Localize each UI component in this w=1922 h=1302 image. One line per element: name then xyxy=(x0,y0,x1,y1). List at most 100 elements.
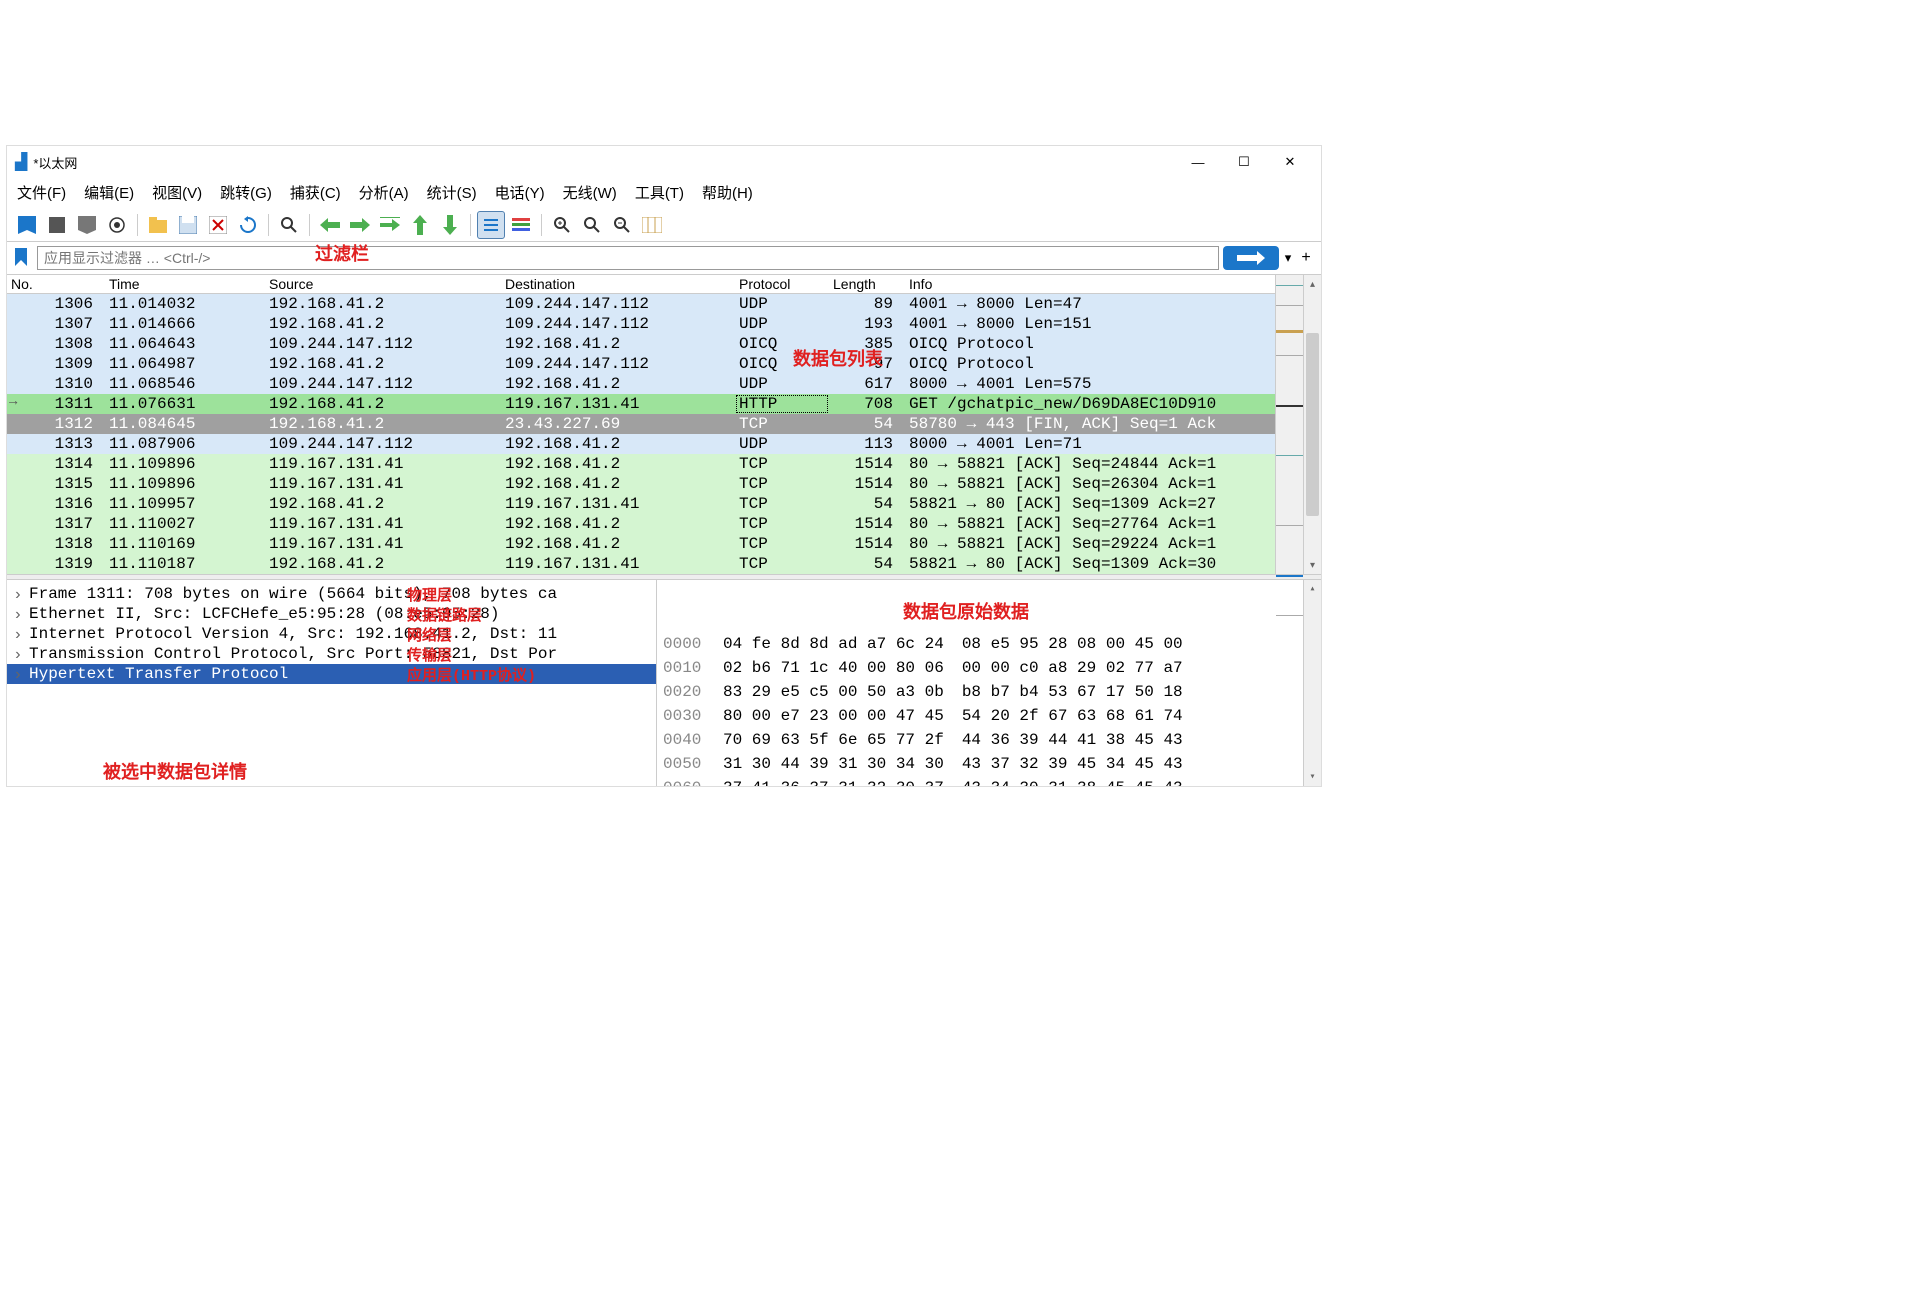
go-first-icon[interactable] xyxy=(406,211,434,239)
table-row[interactable]: →131111.076631192.168.41.2119.167.131.41… xyxy=(7,394,1275,414)
packet-list-scrollbar[interactable]: ▴ ▾ xyxy=(1303,275,1321,574)
col-header-source[interactable]: Source xyxy=(265,275,501,293)
packet-list-header: No. Time Source Destination Protocol Len… xyxy=(7,275,1275,294)
auto-scroll-icon[interactable] xyxy=(477,211,505,239)
caret-right-icon: › xyxy=(13,646,23,664)
menu-go[interactable]: 跳转(G) xyxy=(220,182,272,203)
detail-row[interactable]: › Ethernet II, Src: LCFCHefe_e5:95:28 (08… xyxy=(7,604,656,624)
table-row[interactable]: 130811.064643109.244.147.112192.168.41.2… xyxy=(7,334,1275,354)
table-row[interactable]: 131211.084645192.168.41.223.43.227.69TCP… xyxy=(7,414,1275,434)
start-capture-icon[interactable] xyxy=(13,211,41,239)
hex-row[interactable]: 003080 00 e7 23 00 00 47 45 54 20 2f 67 … xyxy=(663,704,1297,728)
packet-bytes[interactable]: 000004 fe 8d 8d ad a7 6c 24 08 e5 95 28 … xyxy=(657,580,1303,786)
table-row[interactable]: 130611.014032192.168.41.2109.244.147.112… xyxy=(7,294,1275,314)
detail-row[interactable]: › Transmission Control Protocol, Src Port… xyxy=(7,644,656,664)
wireshark-window: ▟ *以太网 — ☐ ✕ 文件(F) 编辑(E) 视图(V) 跳转(G) 捕获(… xyxy=(6,145,1322,787)
col-header-protocol[interactable]: Protocol xyxy=(735,275,829,293)
reload-icon[interactable] xyxy=(234,211,262,239)
caret-right-icon: › xyxy=(13,606,23,624)
minimap[interactable] xyxy=(1275,275,1303,574)
packet-details[interactable]: ›Frame 1311: 708 bytes on wire (5664 bit… xyxy=(7,580,657,786)
table-row[interactable]: 130911.064987192.168.41.2109.244.147.112… xyxy=(7,354,1275,374)
titlebar: ▟ *以太网 — ☐ ✕ xyxy=(7,146,1321,178)
annotation-details: 被选中数据包详情 xyxy=(103,758,247,784)
table-row[interactable]: 131611.109957192.168.41.2119.167.131.41T… xyxy=(7,494,1275,514)
detail-text: Transmission Control Protocol, Src Port:… xyxy=(29,645,557,663)
menu-help[interactable]: 帮助(H) xyxy=(702,182,753,203)
maximize-button[interactable]: ☐ xyxy=(1221,147,1267,177)
add-filter-button[interactable]: + xyxy=(1297,249,1315,267)
detail-row[interactable]: ›Frame 1311: 708 bytes on wire (5664 bit… xyxy=(7,584,656,604)
window-title: *以太网 xyxy=(33,153,1175,172)
hex-row[interactable]: 004070 69 63 5f 6e 65 77 2f 44 36 39 44 … xyxy=(663,728,1297,752)
menu-wireless[interactable]: 无线(W) xyxy=(563,182,617,203)
save-icon[interactable] xyxy=(174,211,202,239)
menu-analyze[interactable]: 分析(A) xyxy=(359,182,409,203)
detail-row[interactable]: › Internet Protocol Version 4, Src: 192.1… xyxy=(7,624,656,644)
stop-capture-icon[interactable] xyxy=(43,211,71,239)
menu-statistics[interactable]: 统计(S) xyxy=(427,182,477,203)
current-packet-arrow-icon: → xyxy=(9,394,17,410)
open-file-icon[interactable] xyxy=(144,211,172,239)
table-row[interactable]: 130711.014666192.168.41.2109.244.147.112… xyxy=(7,314,1275,334)
table-row[interactable]: 131511.109896119.167.131.41192.168.41.2T… xyxy=(7,474,1275,494)
col-header-destination[interactable]: Destination xyxy=(501,275,735,293)
col-header-no[interactable]: No. xyxy=(7,275,105,293)
caret-right-icon: › xyxy=(13,586,23,604)
menu-view[interactable]: 视图(V) xyxy=(152,182,202,203)
apply-filter-button[interactable] xyxy=(1223,246,1279,270)
caret-right-icon: › xyxy=(13,626,23,644)
hex-row[interactable]: 006037 41 36 37 31 32 30 37 43 34 30 31 … xyxy=(663,776,1297,786)
hex-row[interactable]: 002083 29 e5 c5 00 50 a3 0b b8 b7 b4 53 … xyxy=(663,680,1297,704)
scrollbar-thumb[interactable] xyxy=(1306,333,1319,516)
menu-edit[interactable]: 编辑(E) xyxy=(84,182,134,203)
hex-row[interactable]: 005031 30 44 39 31 30 34 30 43 37 32 39 … xyxy=(663,752,1297,776)
bookmark-icon[interactable] xyxy=(13,248,33,268)
scroll-down-icon[interactable]: ▾ xyxy=(1304,768,1321,786)
annotation-hex: 数据包原始数据 xyxy=(903,602,1029,626)
zoom-reset-icon[interactable] xyxy=(578,211,606,239)
scroll-down-icon[interactable]: ▾ xyxy=(1304,556,1321,574)
zoom-in-icon[interactable] xyxy=(548,211,576,239)
menu-telephony[interactable]: 电话(Y) xyxy=(495,182,545,203)
colorize-icon[interactable] xyxy=(507,211,535,239)
hex-row[interactable]: 001002 b6 71 1c 40 00 80 06 00 00 c0 a8 … xyxy=(663,656,1297,680)
restart-capture-icon[interactable] xyxy=(73,211,101,239)
go-back-icon[interactable] xyxy=(316,211,344,239)
menu-tools[interactable]: 工具(T) xyxy=(635,182,684,203)
detail-text: Ethernet II, Src: LCFCHefe_e5:95:28 (08:… xyxy=(29,605,499,623)
detail-row[interactable]: ›Hypertext Transfer Protocol应用层(HTTP协议) xyxy=(7,664,656,684)
col-header-time[interactable]: Time xyxy=(105,275,265,293)
filter-dropdown-icon[interactable]: ▾ xyxy=(1279,250,1297,266)
table-row[interactable]: 131711.110027119.167.131.41192.168.41.2T… xyxy=(7,514,1275,534)
display-filter-input[interactable] xyxy=(37,246,1219,270)
col-header-info[interactable]: Info xyxy=(897,275,1275,293)
close-file-icon[interactable] xyxy=(204,211,232,239)
packet-list[interactable]: No. Time Source Destination Protocol Len… xyxy=(7,275,1275,574)
toolbar xyxy=(7,209,1321,242)
table-row[interactable]: 131011.068546109.244.147.112192.168.41.2… xyxy=(7,374,1275,394)
table-row[interactable]: 131911.110187192.168.41.2119.167.131.41T… xyxy=(7,554,1275,574)
detail-text: Internet Protocol Version 4, Src: 192.16… xyxy=(29,625,557,643)
scroll-up-icon[interactable]: ▴ xyxy=(1304,275,1321,293)
scroll-up-icon[interactable]: ▴ xyxy=(1304,580,1321,598)
hex-scrollbar[interactable]: ▴ ▾ xyxy=(1303,580,1321,786)
resize-columns-icon[interactable] xyxy=(638,211,666,239)
hex-row[interactable]: 000004 fe 8d 8d ad a7 6c 24 08 e5 95 28 … xyxy=(663,632,1297,656)
menu-capture[interactable]: 捕获(C) xyxy=(290,182,341,203)
find-icon[interactable] xyxy=(275,211,303,239)
go-forward-icon[interactable] xyxy=(346,211,374,239)
minimize-button[interactable]: — xyxy=(1175,147,1221,177)
capture-options-icon[interactable] xyxy=(103,211,131,239)
zoom-out-icon[interactable] xyxy=(608,211,636,239)
table-row[interactable]: 131311.087906109.244.147.112192.168.41.2… xyxy=(7,434,1275,454)
col-header-length[interactable]: Length xyxy=(829,275,897,293)
close-button[interactable]: ✕ xyxy=(1267,147,1313,177)
menu-file[interactable]: 文件(F) xyxy=(17,182,66,203)
go-to-packet-icon[interactable] xyxy=(376,211,404,239)
detail-text: Hypertext Transfer Protocol xyxy=(29,665,288,683)
table-row[interactable]: 131411.109896119.167.131.41192.168.41.2T… xyxy=(7,454,1275,474)
table-row[interactable]: 131811.110169119.167.131.41192.168.41.2T… xyxy=(7,534,1275,554)
menubar: 文件(F) 编辑(E) 视图(V) 跳转(G) 捕获(C) 分析(A) 统计(S… xyxy=(7,178,1321,209)
go-last-icon[interactable] xyxy=(436,211,464,239)
